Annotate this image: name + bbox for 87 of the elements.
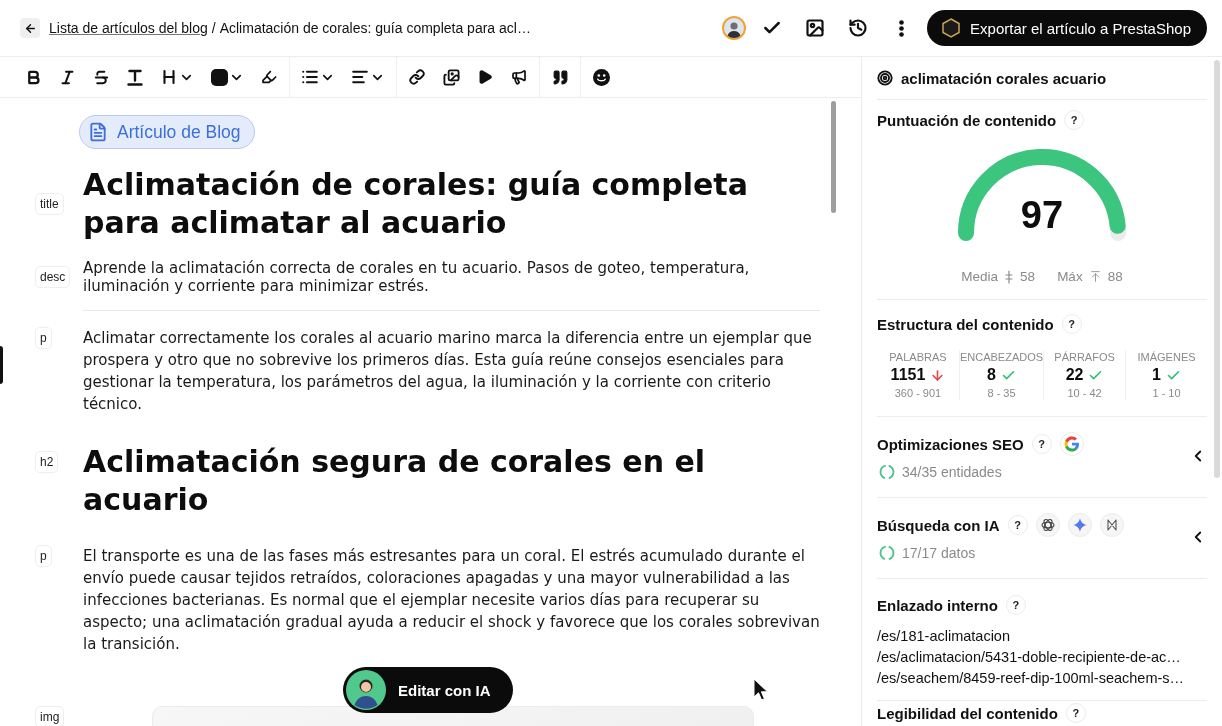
block-tag: h2 — [35, 451, 59, 473]
ring-icon — [879, 545, 895, 561]
average-label: Media — [961, 269, 999, 284]
breadcrumb-link[interactable]: Lista de artículos del blog — [49, 20, 208, 36]
section-title: Optimizaciones SEO — [877, 435, 1024, 453]
avatar-icon — [346, 670, 386, 710]
metric-value: 8 — [987, 366, 996, 384]
strikethrough-icon — [92, 68, 110, 86]
focus-keyword: aclimatación corales acuario — [901, 69, 1107, 87]
list-icon — [301, 68, 319, 86]
metric-label: PÁRRAFOS — [1054, 350, 1115, 364]
metric-label: ENCABEZADOS — [959, 350, 1044, 364]
help-button[interactable]: ? — [1064, 110, 1085, 130]
back-arrow-icon — [23, 21, 37, 35]
block-tag: p — [35, 327, 52, 349]
metric-range: 1 - 10 — [1152, 386, 1181, 400]
badge-label: Artículo de Blog — [117, 121, 241, 143]
section-title: Estructura del contenido — [877, 315, 1054, 333]
meta-description: Aprende la aclimatación correcta de corales en tu acuario. Pasos de goteo, temperatura, iluminación y corriente para minimizar estrés. — [83, 259, 751, 295]
help-button[interactable]: ? — [1031, 434, 1052, 454]
section-title: Puntuación de contenido — [877, 111, 1057, 129]
block-tag: p — [35, 545, 52, 567]
align-left-icon — [351, 68, 369, 86]
image-icon — [805, 18, 826, 38]
section-title: Enlazado interno — [877, 596, 998, 614]
section-title: Búsqueda con IA — [877, 516, 1000, 534]
help-button[interactable]: ? — [1005, 595, 1026, 615]
highlighter-icon — [261, 69, 277, 85]
smiley-icon — [592, 68, 610, 86]
internal-link[interactable]: /es/181-aclimatacion — [877, 626, 1207, 647]
status-text: 34/35 entidades — [902, 464, 1002, 480]
edit-with-ai-button[interactable]: Editar con IA — [343, 667, 513, 713]
metric-value: 1151 — [890, 366, 926, 384]
images-icon — [442, 68, 460, 86]
color-swatch-icon — [210, 68, 228, 86]
median-icon — [1004, 269, 1015, 284]
sparkle-logo-icon — [1067, 513, 1092, 537]
metric-value: 22 — [1065, 366, 1084, 384]
export-button[interactable]: Exportar el artículo a PrestaShop — [927, 10, 1207, 46]
metric-label: PALABRAS — [889, 350, 947, 364]
mouse-cursor-icon — [753, 678, 769, 702]
google-logo-icon — [1059, 432, 1084, 456]
heading-icon — [160, 68, 178, 86]
arrow-up-to-line-icon — [1088, 270, 1102, 283]
section-heading: Aclimatación segura de corales en el acuario — [83, 443, 707, 519]
cross-logo-icon — [1099, 513, 1124, 537]
max-value: 88 — [1107, 269, 1123, 284]
link-icon — [409, 69, 425, 85]
history-icon — [848, 18, 869, 38]
metric-range: 10 - 42 — [1067, 386, 1102, 400]
block-tag: img — [35, 706, 65, 726]
score-value: 97 — [1020, 193, 1064, 237]
internal-link[interactable]: /es/aclimatacion/5431-doble-recipiente-de-ac… — [877, 647, 1207, 668]
knot-logo-icon — [1035, 513, 1060, 537]
hexagon-logo-icon — [942, 18, 961, 38]
breadcrumb-separator: / — [211, 20, 216, 36]
more-icon — [898, 19, 904, 37]
avatar-icon — [722, 16, 747, 40]
paragraph: El transporte es una de las fases más estresantes para un coral. El estrés acumulado durante el envío puede causar tejidos retraídos, coloraciones apagadas y una mayor vulnerabilidad a las infecciones bacterianas. Es normal que el ejemplar necesite varios días para recuperar su aspecto; una aclimatación gradual ayuda a reducir el shock y favorece que los corales sobrevivan la transición. — [83, 546, 821, 655]
scrollbar-thumb[interactable] — [831, 101, 836, 213]
help-button[interactable]: ? — [1065, 703, 1086, 723]
internal-link[interactable]: /es/seachem/8459-reef-dip-100ml-seachem-s… — [877, 668, 1207, 689]
quote-icon — [551, 68, 569, 86]
text-underline-icon — [127, 68, 143, 86]
metric-label: IMÁGENES — [1137, 350, 1196, 364]
status-text: 17/17 datos — [902, 545, 976, 561]
ring-icon — [879, 464, 895, 480]
section-title: Legibilidad del contenido — [877, 704, 1058, 722]
block-tag: desc — [35, 266, 71, 288]
paragraph: Aclimatar correctamente los corales al acuario marino marca la diferencia entre un ejemplar que prospera y otro que no sobrevive los primeros días. Esta guía reúne consejos esenciales para gestionar la temperatura, los parámetros del agua, la iluminación y la corriente con criterio técnico. — [83, 328, 813, 415]
average-value: 58 — [1020, 269, 1036, 284]
help-button[interactable]: ? — [1061, 314, 1082, 334]
play-icon — [477, 69, 493, 85]
scrollbar-thumb[interactable] — [1214, 60, 1220, 478]
metric-value: 1 — [1152, 366, 1161, 384]
help-button[interactable]: ? — [1007, 515, 1028, 535]
breadcrumb-current: Aclimatación de corales: guía completa para acl… — [219, 20, 531, 36]
metric-range: 360 - 901 — [894, 386, 942, 400]
max-label: Máx — [1057, 269, 1083, 284]
article-title: Aclimatación de corales: guía completa para aclimatar al acuario — [83, 166, 749, 242]
target-icon — [877, 70, 893, 86]
dark-edge-strip — [0, 346, 3, 384]
block-tag: title — [35, 193, 64, 215]
metric-range: 8 - 35 — [987, 386, 1016, 400]
megaphone-icon — [511, 69, 527, 85]
document-icon — [88, 122, 108, 142]
back-button[interactable] — [20, 18, 40, 38]
